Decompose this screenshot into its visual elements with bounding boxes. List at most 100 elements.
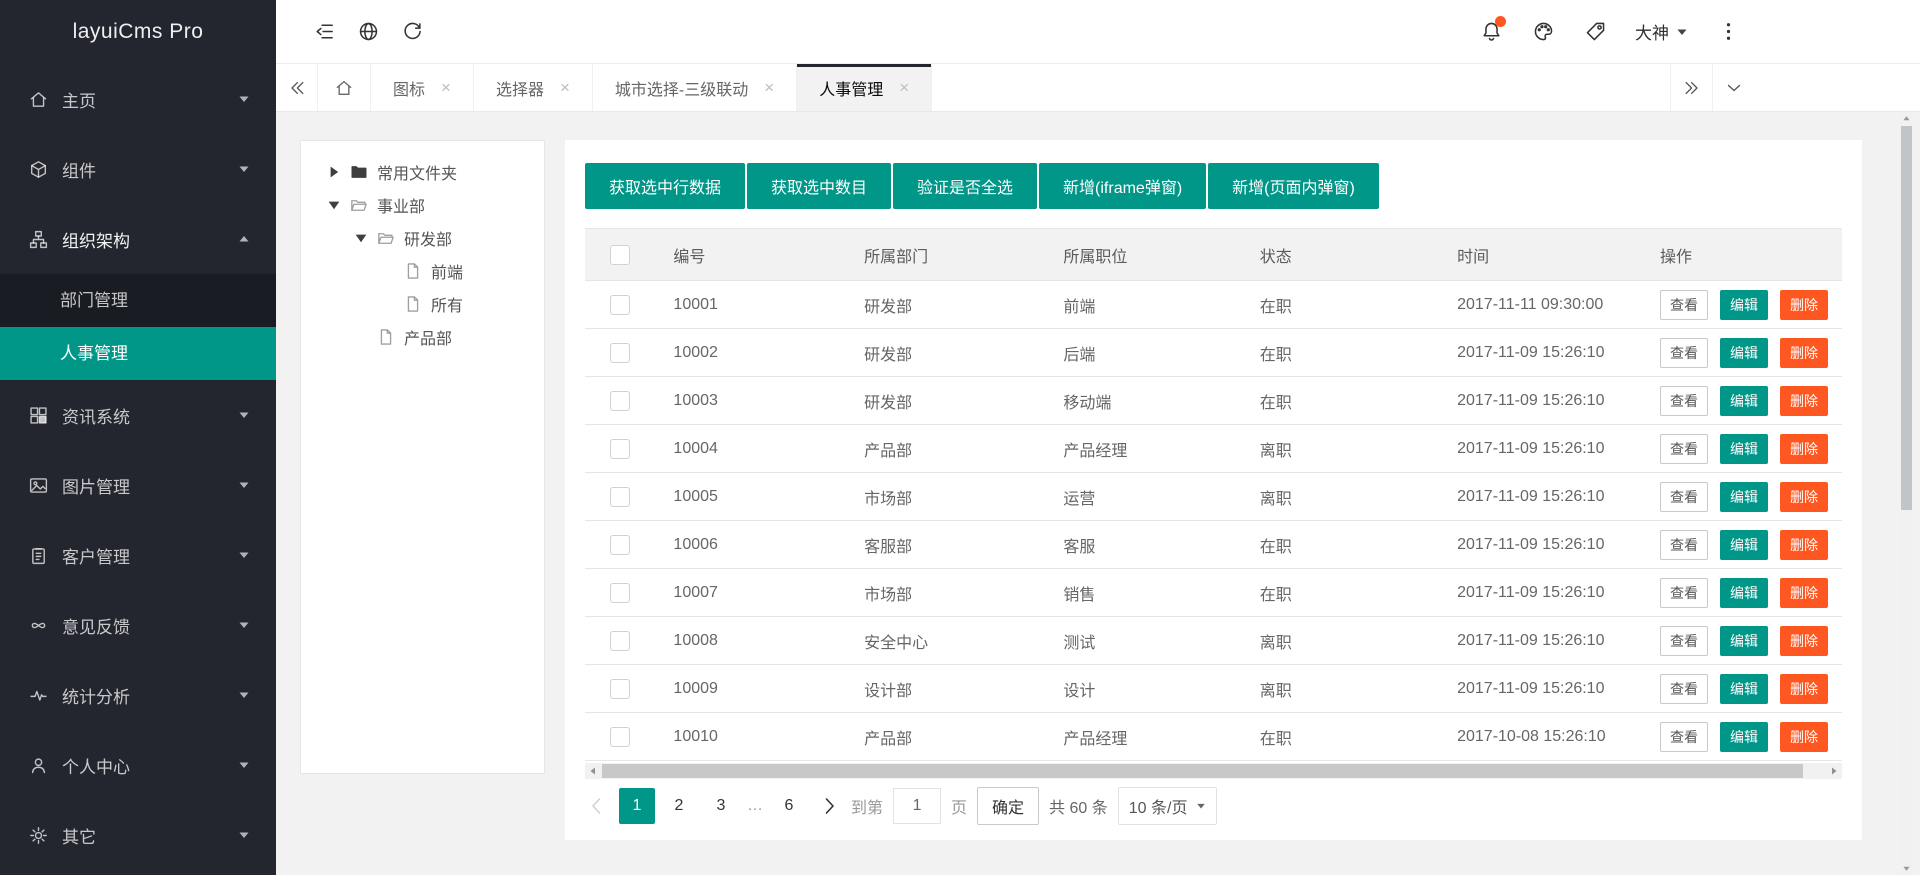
pagination-page[interactable]: 6 [771, 788, 807, 824]
page-size-select[interactable]: 10 条/页 [1117, 787, 1218, 825]
sidebar-item-home[interactable]: 主页 [0, 64, 276, 134]
delete-button[interactable]: 删除 [1779, 577, 1828, 608]
view-button[interactable]: 查看 [1659, 433, 1708, 464]
vscroll-thumb[interactable] [1901, 126, 1912, 510]
tab-close-icon[interactable]: × [560, 79, 570, 96]
delete-button[interactable]: 删除 [1779, 385, 1828, 416]
sidebar-subitem[interactable]: 部门管理 [0, 274, 276, 327]
tab-item[interactable]: 城市选择-三级联动 × [593, 64, 798, 111]
tab-home[interactable] [318, 64, 371, 111]
pagination-page[interactable]: 2 [661, 788, 697, 824]
delete-button[interactable]: 删除 [1779, 337, 1828, 368]
more-button[interactable] [1706, 10, 1750, 54]
tab-active[interactable]: 人事管理 × [797, 64, 933, 111]
hscroll-thumb[interactable] [602, 764, 1803, 778]
view-button[interactable]: 查看 [1659, 529, 1708, 560]
sidebar-item-infinity[interactable]: 意见反馈 [0, 590, 276, 660]
toolbar-button-1[interactable]: 获取选中数目 [747, 163, 892, 209]
edit-button[interactable]: 编辑 [1719, 529, 1768, 560]
delete-button[interactable]: 删除 [1779, 673, 1828, 704]
pagination-prev-button[interactable] [585, 794, 609, 818]
tag-button[interactable] [1573, 10, 1617, 54]
hscroll-right-arrow[interactable] [1826, 763, 1842, 779]
edit-button[interactable]: 编辑 [1719, 385, 1768, 416]
tab-close-icon[interactable]: × [441, 79, 451, 96]
tree-node[interactable]: 产品部 [301, 320, 544, 353]
tab-close-icon[interactable]: × [899, 79, 909, 96]
row-checkbox[interactable] [610, 582, 630, 603]
edit-button[interactable]: 编辑 [1719, 481, 1768, 512]
tree-node[interactable]: 所有 [301, 287, 544, 320]
delete-button[interactable]: 删除 [1779, 433, 1828, 464]
view-button[interactable]: 查看 [1659, 721, 1708, 752]
row-checkbox[interactable] [610, 342, 630, 363]
row-checkbox[interactable] [610, 726, 630, 747]
row-checkbox[interactable] [610, 630, 630, 651]
row-checkbox[interactable] [610, 486, 630, 507]
edit-button[interactable]: 编辑 [1719, 721, 1768, 752]
view-button[interactable]: 查看 [1659, 673, 1708, 704]
page-jump-input[interactable] [893, 788, 942, 824]
sidebar-item-gear[interactable]: 其它 [0, 800, 276, 870]
pagination-page[interactable]: 3 [703, 788, 739, 824]
delete-button[interactable]: 删除 [1779, 481, 1828, 512]
sidebar-subitem[interactable]: 人事管理 [0, 327, 276, 380]
tree-node[interactable]: 常用文件夹 [301, 155, 544, 188]
edit-button[interactable]: 编辑 [1719, 289, 1768, 320]
pagination-page[interactable]: 1 [619, 788, 655, 824]
edit-button[interactable]: 编辑 [1719, 673, 1768, 704]
edit-button[interactable]: 编辑 [1719, 625, 1768, 656]
tree-node[interactable]: 事业部 [301, 188, 544, 221]
row-checkbox[interactable] [610, 390, 630, 411]
refresh-button[interactable] [390, 10, 434, 54]
select-all-checkbox[interactable] [610, 244, 630, 265]
view-button[interactable]: 查看 [1659, 625, 1708, 656]
delete-button[interactable]: 删除 [1779, 529, 1828, 560]
delete-button[interactable]: 删除 [1779, 625, 1828, 656]
edit-button[interactable]: 编辑 [1719, 577, 1768, 608]
sidebar-item-pulse[interactable]: 统计分析 [0, 660, 276, 730]
sidebar-item-cube[interactable]: 组件 [0, 134, 276, 204]
view-button[interactable]: 查看 [1659, 385, 1708, 416]
globe-button[interactable] [346, 10, 390, 54]
sidebar-item-clipboard[interactable]: 客户管理 [0, 520, 276, 590]
user-menu[interactable]: 大神 [1625, 19, 1698, 44]
tabs-menu-button[interactable] [1712, 64, 1754, 111]
row-checkbox[interactable] [610, 534, 630, 555]
pagination-confirm-button[interactable]: 确定 [977, 787, 1040, 825]
row-select-cell [585, 424, 660, 473]
theme-button[interactable] [1521, 10, 1565, 54]
tab-item[interactable]: 选择器 × [474, 64, 593, 111]
hscroll-left-arrow[interactable] [585, 763, 601, 779]
sidebar-item-user[interactable]: 个人中心 [0, 730, 276, 800]
row-checkbox[interactable] [610, 294, 630, 315]
tab-item[interactable]: 图标 × [371, 64, 474, 111]
tab-close-icon[interactable]: × [764, 79, 774, 96]
delete-button[interactable]: 删除 [1779, 721, 1828, 752]
sidebar-item-grid[interactable]: 资讯系统 [0, 380, 276, 450]
tabs-scroll-right-button[interactable] [1670, 64, 1712, 111]
toolbar-button-0[interactable]: 获取选中行数据 [585, 163, 746, 209]
view-button[interactable]: 查看 [1659, 481, 1708, 512]
tree-node[interactable]: 前端 [301, 254, 544, 287]
row-checkbox[interactable] [610, 438, 630, 459]
edit-button[interactable]: 编辑 [1719, 337, 1768, 368]
tree-node[interactable]: 研发部 [301, 221, 544, 254]
view-button[interactable]: 查看 [1659, 337, 1708, 368]
vscroll-up-arrow[interactable] [1900, 112, 1913, 125]
pagination-next-button[interactable] [817, 794, 841, 818]
notifications-button[interactable] [1469, 10, 1513, 54]
toolbar-button-2[interactable]: 验证是否全选 [893, 163, 1038, 209]
view-button[interactable]: 查看 [1659, 577, 1708, 608]
collapse-button[interactable] [302, 10, 346, 54]
row-checkbox[interactable] [610, 678, 630, 699]
sidebar-item-image[interactable]: 图片管理 [0, 450, 276, 520]
tabs-scroll-left-button[interactable] [276, 64, 318, 111]
delete-button[interactable]: 删除 [1779, 289, 1828, 320]
toolbar-button-4[interactable]: 新增(页面内弹窗) [1208, 163, 1379, 209]
toolbar-button-3[interactable]: 新增(iframe弹窗) [1039, 163, 1207, 209]
edit-button[interactable]: 编辑 [1719, 433, 1768, 464]
sidebar-item-org[interactable]: 组织架构 [0, 204, 276, 274]
view-button[interactable]: 查看 [1659, 289, 1708, 320]
vscroll-down-arrow[interactable] [1900, 862, 1913, 875]
